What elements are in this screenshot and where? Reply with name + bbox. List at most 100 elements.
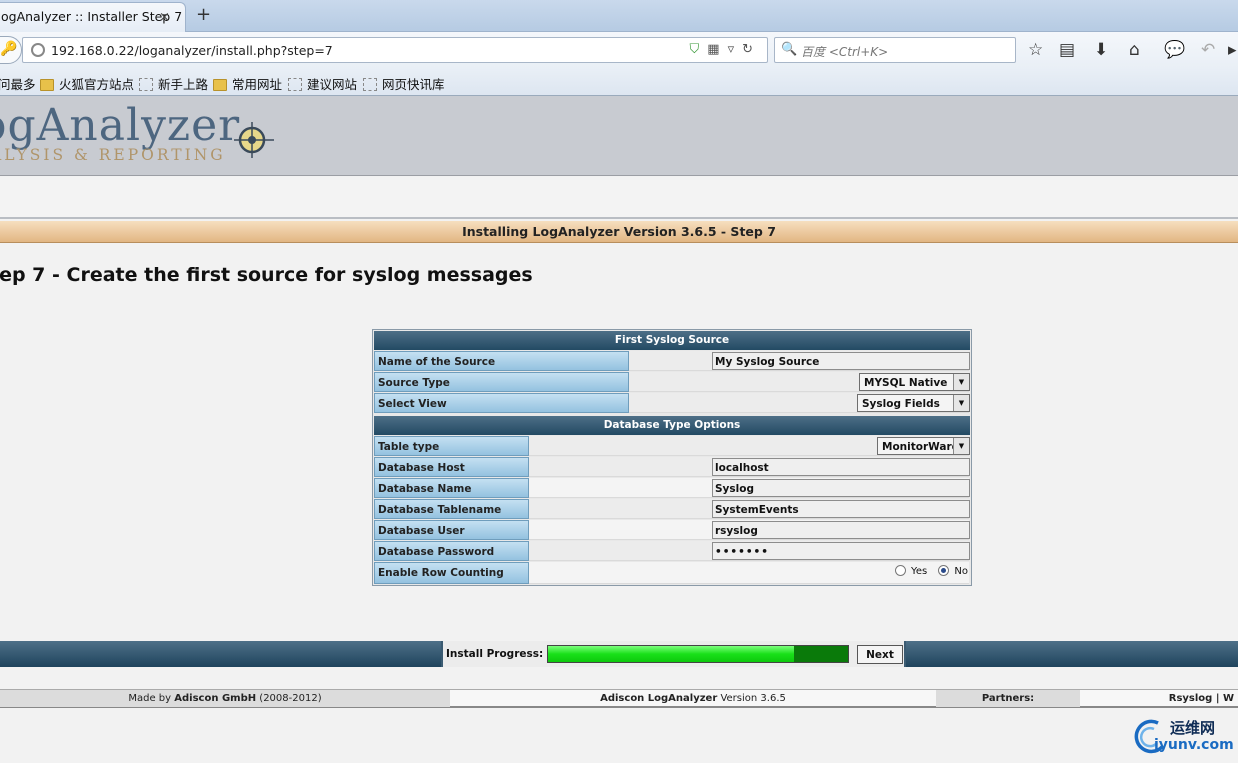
- folder-icon: [213, 79, 227, 91]
- db-password-input[interactable]: •••••••: [712, 542, 970, 560]
- new-tab-button[interactable]: +: [196, 4, 211, 25]
- chat-icon[interactable]: 💬: [1164, 40, 1185, 60]
- dropdown-arrow-icon[interactable]: ▿: [728, 42, 743, 57]
- progress-fill: [548, 646, 794, 662]
- form-row-db-tablename: Database Tablename SystemEvents: [374, 499, 970, 519]
- partner-link-cut[interactable]: W: [1223, 693, 1234, 704]
- watermark-logo: 运维网 iyunv.com: [1132, 717, 1234, 757]
- navigation-toolbar: 🔑 192.168.0.22/loganalyzer/install.php?s…: [0, 32, 1238, 68]
- form-row-row-counting: Enable Row Counting Yes No: [374, 562, 970, 584]
- form-row-db-name: Database Name Syslog: [374, 478, 970, 498]
- download-icon[interactable]: ⬇: [1094, 40, 1108, 60]
- section-header-first-source: First Syslog Source: [374, 331, 970, 350]
- db-user-input[interactable]: rsyslog: [712, 521, 970, 539]
- select-view-value: Syslog Fields: [862, 398, 940, 410]
- tab-strip: ogAnalyzer :: Installer Step 7 × +: [0, 0, 1238, 32]
- section-header-db-options: Database Type Options: [374, 416, 970, 435]
- form-row-db-host: Database Host localhost: [374, 457, 970, 477]
- installer-title-bar: Installing LogAnalyzer Version 3.6.5 - S…: [0, 221, 1238, 243]
- form-row-table-type: Table type MonitorWare ▼: [374, 436, 970, 456]
- db-name-label: Database Name: [374, 478, 529, 498]
- progress-label: Install Progress:: [446, 648, 544, 660]
- menu-spacer: [0, 177, 1238, 219]
- row-counting-radio-group: Yes No: [887, 565, 968, 577]
- logo-title: ogAnalyzer: [0, 100, 241, 151]
- page-icon: [139, 78, 153, 91]
- bookmark-item[interactable]: 新手上路: [139, 74, 208, 93]
- search-bar[interactable]: 🔍 百度 <Ctrl+K>: [774, 37, 1016, 63]
- search-input[interactable]: 百度 <Ctrl+K>: [801, 43, 888, 60]
- row-counting-no-option[interactable]: No: [938, 565, 968, 577]
- form-row-db-password: Database Password •••••••: [374, 541, 970, 561]
- key-icon: 🔑: [0, 41, 18, 57]
- select-view-select[interactable]: Syslog Fields ▼: [857, 394, 970, 412]
- watermark-en: iyunv.com: [1154, 737, 1234, 753]
- bookmark-label: 网页快讯库: [382, 77, 445, 92]
- tab-title: ogAnalyzer :: Installer Step 7: [1, 9, 183, 24]
- db-tablename-input[interactable]: SystemEvents: [712, 500, 970, 518]
- address-bar-icons: ⛉▦▿↻: [690, 42, 762, 57]
- shield-icon[interactable]: ⛉: [690, 42, 708, 57]
- bookmark-item[interactable]: 问最多: [0, 74, 36, 93]
- table-type-label: Table type: [374, 436, 529, 456]
- db-name-input[interactable]: Syslog: [712, 479, 970, 497]
- bookmark-label: 新手上路: [158, 77, 209, 92]
- footer-product: Adiscon LogAnalyzer Version 3.6.5: [450, 690, 936, 707]
- source-type-value: MYSQL Native: [864, 377, 948, 389]
- row-counting-yes-option[interactable]: Yes: [895, 565, 927, 577]
- bookmark-item[interactable]: 火狐官方站点: [40, 74, 134, 93]
- footer-product-link[interactable]: Adiscon LogAnalyzer: [600, 693, 717, 704]
- footer-version: Version 3.6.5: [720, 693, 786, 704]
- folder-icon: [40, 79, 54, 91]
- db-tablename-label: Database Tablename: [374, 499, 529, 519]
- footer-company-link[interactable]: Adiscon GmbH: [174, 693, 256, 704]
- partner-link-rsyslog[interactable]: Rsyslog: [1169, 693, 1213, 704]
- reload-icon[interactable]: ↻: [742, 42, 761, 57]
- install-progress: Install Progress: Next: [441, 641, 906, 667]
- db-password-label: Database Password: [374, 541, 529, 561]
- page-footer: Made by Adiscon GmbH (2008-2012) Adiscon…: [0, 689, 1238, 708]
- page-content: ogAnalyzer ALYSIS & REPORTING Installing…: [0, 96, 1238, 763]
- db-user-label: Database User: [374, 520, 529, 540]
- undo-icon[interactable]: ↶: [1201, 40, 1215, 60]
- overflow-menu-icon[interactable]: ▸: [1228, 40, 1237, 60]
- source-name-input[interactable]: My Syslog Source: [712, 352, 970, 370]
- page-icon: [363, 78, 377, 91]
- radio-no[interactable]: [938, 565, 950, 576]
- home-icon[interactable]: ⌂: [1129, 40, 1140, 60]
- page-icon: [288, 78, 302, 91]
- url-text[interactable]: 192.168.0.22/loganalyzer/install.php?ste…: [51, 43, 333, 58]
- row-counting-label: Enable Row Counting: [374, 562, 529, 584]
- page-title: tep 7 - Create the first source for sysl…: [0, 264, 533, 286]
- source-type-label: Source Type: [374, 372, 629, 392]
- bookmark-label: 火狐官方站点: [59, 77, 135, 92]
- address-bar[interactable]: 192.168.0.22/loganalyzer/install.php?ste…: [22, 37, 768, 63]
- syslog-source-form: First Syslog Source Name of the Source M…: [372, 329, 972, 586]
- table-type-select[interactable]: MonitorWare ▼: [877, 437, 970, 455]
- bookmark-label: 建议网站: [307, 77, 358, 92]
- select-view-label: Select View: [374, 393, 629, 413]
- form-row-select-view: Select View Syslog Fields ▼: [374, 393, 970, 413]
- radio-yes[interactable]: [895, 565, 907, 576]
- chevron-down-icon[interactable]: ▼: [953, 374, 969, 390]
- radio-no-label: No: [954, 566, 968, 577]
- chevron-down-icon[interactable]: ▼: [953, 438, 969, 454]
- bookmark-item[interactable]: 网页快讯库: [363, 74, 445, 93]
- source-type-select[interactable]: MYSQL Native ▼: [859, 373, 970, 391]
- next-button[interactable]: Next: [857, 645, 903, 664]
- browser-tab[interactable]: ogAnalyzer :: Installer Step 7 ×: [0, 2, 186, 32]
- form-row-source-type: Source Type MYSQL Native ▼: [374, 372, 970, 392]
- bookmark-star-icon[interactable]: ☆: [1028, 40, 1043, 60]
- source-name-label: Name of the Source: [374, 351, 629, 371]
- db-host-label: Database Host: [374, 457, 529, 477]
- qr-code-icon[interactable]: ▦: [707, 42, 727, 57]
- bookmark-item[interactable]: 建议网站: [288, 74, 357, 93]
- bookmark-item[interactable]: 常用网址: [213, 74, 282, 93]
- close-tab-icon[interactable]: ×: [159, 10, 170, 25]
- db-host-input[interactable]: localhost: [712, 458, 970, 476]
- bookmarks-toolbar: 问最多 火狐官方站点 新手上路 常用网址 建议网站 网页快讯库: [0, 68, 1238, 96]
- logo-subtitle: ALYSIS & REPORTING: [0, 146, 226, 164]
- chevron-down-icon[interactable]: ▼: [953, 395, 969, 411]
- reading-list-icon[interactable]: ▤: [1059, 40, 1075, 60]
- progress-bar: [547, 645, 849, 663]
